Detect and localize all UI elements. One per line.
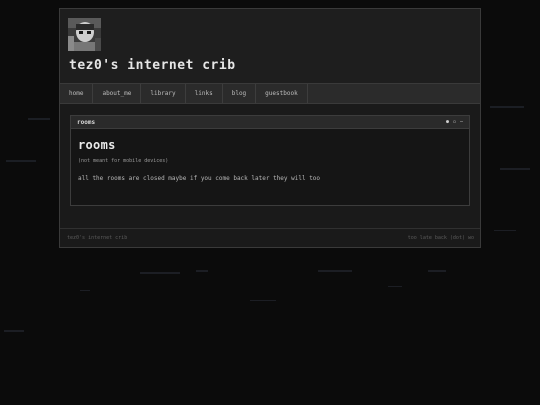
rooms-message: all the rooms are closed maybe if you co… xyxy=(78,175,321,182)
footer-link[interactable]: too late back (dot) wo xyxy=(408,229,474,248)
main-nav: home about_me library links blog guestbo… xyxy=(60,83,480,104)
nav-item-blog[interactable]: blog xyxy=(223,84,257,103)
page-heading: rooms xyxy=(78,138,116,152)
window-titlebar[interactable]: rooms ● ▫ – xyxy=(71,116,469,129)
maximize-icon[interactable]: ▫ xyxy=(453,116,456,129)
rooms-window: rooms ● ▫ – rooms (not meant for mobile … xyxy=(70,115,470,206)
site-title: tez0's internet crib xyxy=(69,58,236,73)
nav-item-links[interactable]: links xyxy=(186,84,223,103)
portrait-avatar-icon xyxy=(68,18,101,51)
site-header: tez0's internet crib xyxy=(60,9,480,83)
close-icon[interactable]: – xyxy=(460,116,463,129)
window-controls: ● ▫ – xyxy=(446,116,463,129)
window-title: rooms xyxy=(77,119,96,126)
mobile-notice: (not meant for mobile devices) xyxy=(78,158,169,164)
nav-item-about-me[interactable]: about_me xyxy=(93,84,142,103)
minimize-icon[interactable]: ● xyxy=(446,116,449,129)
site-footer: tez0's internet crib too late back (dot)… xyxy=(60,228,480,247)
site-container: tez0's internet crib home about_me libra… xyxy=(59,8,481,248)
nav-item-library[interactable]: library xyxy=(141,84,186,103)
nav-item-guestbook[interactable]: guestbook xyxy=(256,84,308,103)
avatar xyxy=(68,18,101,51)
nav-item-home[interactable]: home xyxy=(60,84,94,103)
footer-site-name: tez0's internet crib xyxy=(67,235,128,241)
